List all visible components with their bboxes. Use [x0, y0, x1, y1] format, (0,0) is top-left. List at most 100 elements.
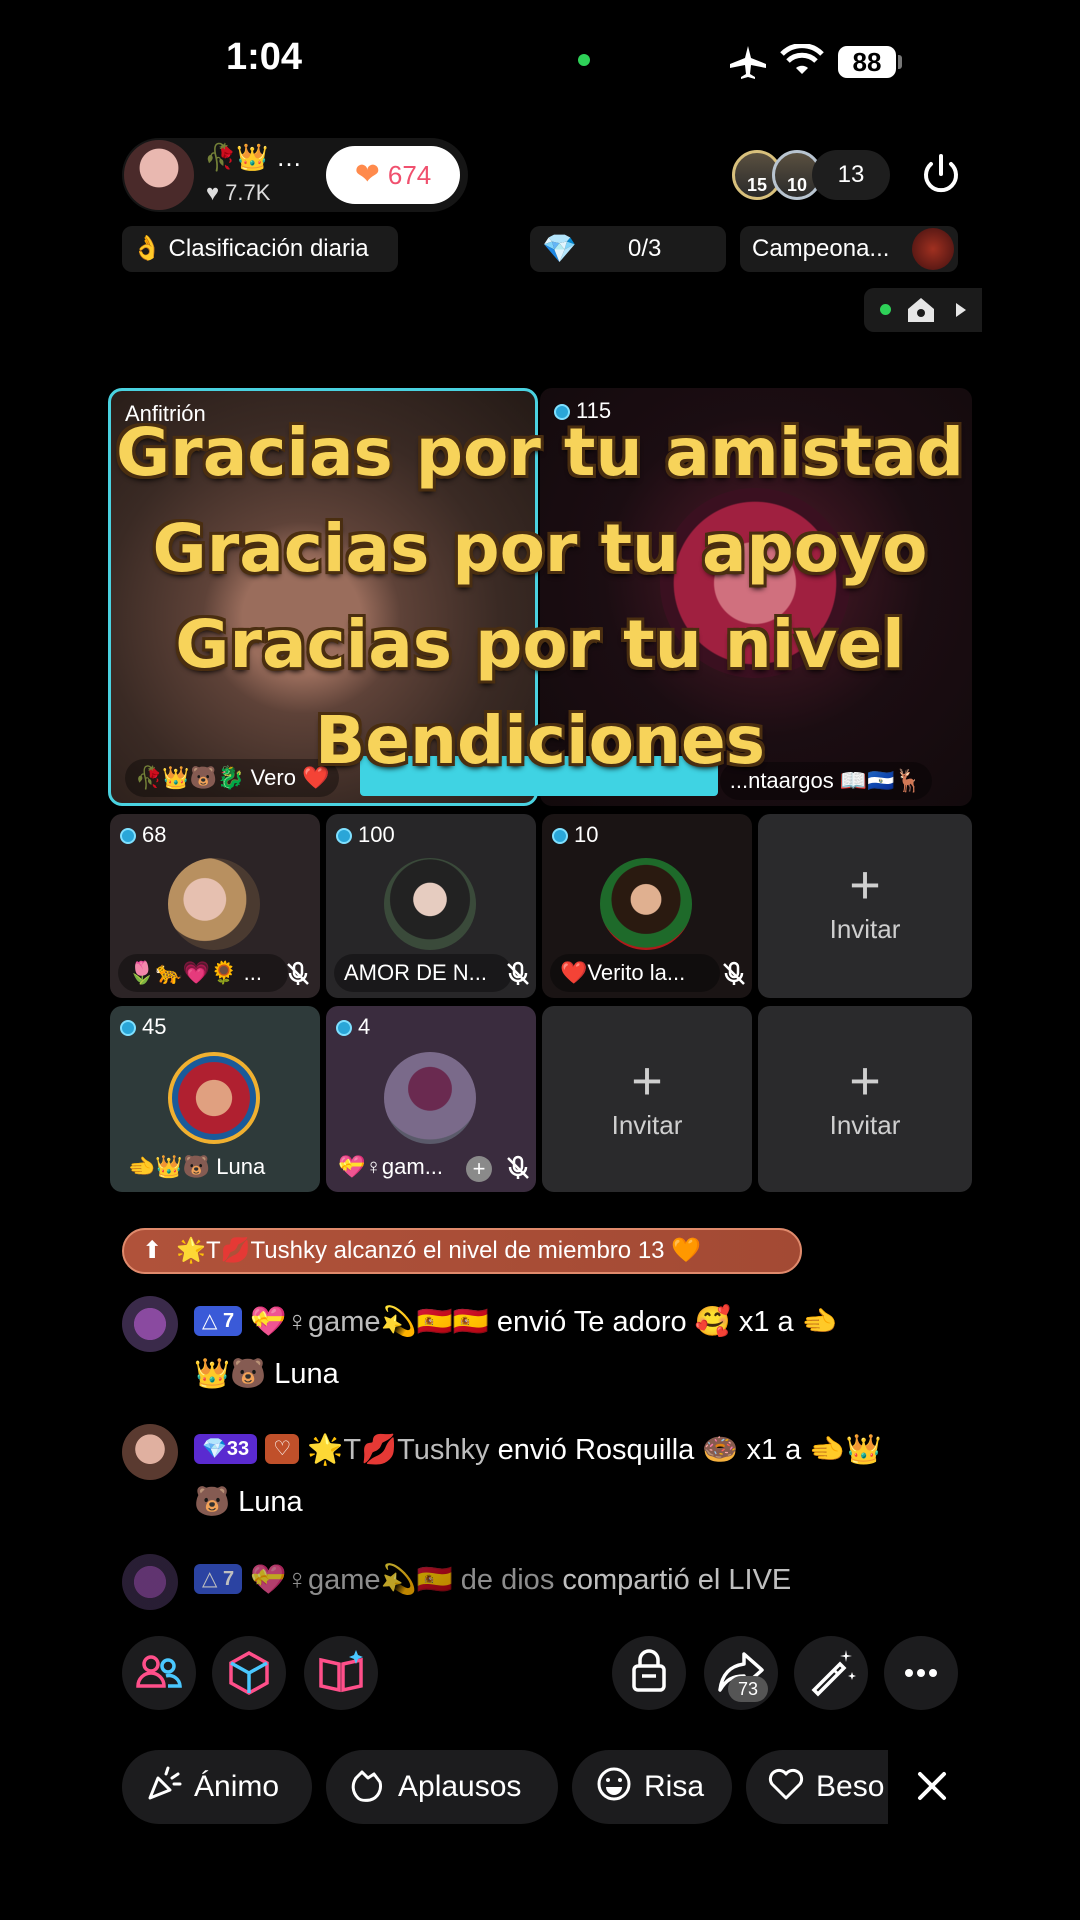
guest-score: 45 — [142, 1014, 167, 1039]
score-gem-icon — [336, 828, 352, 844]
power-icon[interactable] — [916, 150, 966, 200]
smiley-face-icon — [597, 1767, 631, 1801]
reaction-label: Risa — [644, 1770, 705, 1803]
chat-message: △ 7 💝♀game💫🇪🇸🇪🇸 envió Te adoro 🥰 x1 a 🫲 … — [194, 1296, 974, 1400]
shop-button[interactable] — [612, 1636, 686, 1710]
play-arrow-icon[interactable] — [954, 302, 968, 318]
gem-icon: 💎 — [542, 233, 577, 264]
chat-text: compartió el LIVE — [554, 1564, 792, 1596]
daily-ranking-chip[interactable]: 👌 Clasificación diaria — [122, 226, 398, 272]
member-level-banner[interactable]: ⬆ 🌟T💋Tushky alcanzó el nivel de miembro 1… — [122, 1228, 802, 1274]
guest-avatar — [600, 858, 692, 950]
chat-avatar[interactable] — [122, 1554, 178, 1610]
magic-wand-icon — [811, 1650, 856, 1697]
chat-avatar[interactable] — [122, 1296, 178, 1352]
wifi-icon — [780, 44, 824, 74]
guest-score: 68 — [142, 822, 167, 847]
host-likes-count: ♥ 7.7K — [206, 180, 271, 205]
guests-button[interactable] — [122, 1636, 196, 1710]
guest-avatar — [384, 858, 476, 950]
add-icon[interactable]: + — [466, 1156, 492, 1182]
banner-text: 🌟T💋Tushky alcanzó el nivel de miembro 13… — [176, 1237, 702, 1264]
heart-icon: ❤ — [354, 158, 380, 191]
home-icon[interactable] — [906, 296, 936, 324]
airplane-mode-icon — [730, 46, 766, 79]
recording-indicator — [578, 54, 590, 66]
more-button[interactable] — [884, 1636, 958, 1710]
chat-username[interactable]: 💝♀game💫🇪🇸🇪🇸 — [250, 1306, 489, 1338]
shopping-bag-icon — [632, 1649, 666, 1692]
championship-badge-icon — [912, 228, 954, 270]
score-gem-icon — [120, 828, 136, 844]
book-button[interactable] — [304, 1636, 378, 1710]
guest-tile[interactable]: 68 🌷🐆💗🌻 ... — [110, 814, 320, 998]
reaction-applause[interactable]: Aplausos — [326, 1750, 558, 1824]
guest-tile[interactable]: 100 AMOR DE N... — [326, 814, 536, 998]
chat-username[interactable]: 🌟T💋Tushky — [307, 1434, 489, 1466]
mic-off-icon — [507, 961, 529, 985]
host-avatar[interactable] — [124, 140, 194, 210]
party-popper-icon — [148, 1766, 182, 1800]
clapping-hands-icon — [351, 1770, 382, 1802]
close-icon[interactable] — [912, 1766, 952, 1806]
guest-score: 100 — [358, 822, 395, 847]
guest-tile[interactable]: 4 💝♀gam... + — [326, 1006, 536, 1192]
open-book-icon — [319, 1650, 363, 1693]
guest-avatar — [384, 1052, 476, 1144]
reaction-laugh[interactable]: Risa — [572, 1750, 732, 1824]
reaction-kiss[interactable]: Beso — [746, 1750, 888, 1824]
heart-outline-icon — [768, 1768, 804, 1800]
guest-score: 4 — [358, 1014, 371, 1039]
people-icon — [136, 1655, 182, 1688]
guest-name: 🌷🐆💗🌻 ... — [118, 954, 288, 992]
chat-message: △ 7 💝♀game💫🇪🇸 de dios compartió el LIVE — [194, 1554, 974, 1606]
reaction-label: Ánimo — [194, 1770, 280, 1803]
invite-label: Invitar — [611, 1110, 683, 1140]
overlay-text-line-3: Gracias por tu nivel — [175, 606, 905, 683]
guest-tile[interactable]: 10 ❤️Verito la... — [542, 814, 752, 998]
invite-slot[interactable]: + Invitar — [542, 1006, 752, 1192]
overlay-text-line-4: Bendiciones — [314, 702, 766, 779]
invite-label: Invitar — [829, 914, 901, 944]
mic-off-icon — [723, 961, 745, 985]
share-count: 73 — [728, 1676, 768, 1702]
championship-chip[interactable]: Campeona... — [740, 226, 958, 272]
plus-icon: + — [631, 1051, 663, 1111]
guest-name: ❤️Verito la... — [550, 954, 720, 992]
score-gem-icon — [552, 828, 568, 844]
level-badge: 💎33 — [194, 1434, 258, 1464]
heart-count-button[interactable]: ❤ 674 — [326, 146, 460, 204]
member-badge: ♡ — [265, 1434, 300, 1464]
status-time: 1:04 — [226, 36, 303, 78]
invite-slot[interactable]: + Invitar — [758, 1006, 972, 1192]
plus-icon: + — [849, 1051, 881, 1111]
guest-name: 💝♀gam... — [338, 1154, 444, 1179]
guest-tile[interactable]: 45 🫲👑🐻 Luna — [110, 1006, 320, 1192]
viewer-count[interactable]: 13 — [812, 150, 890, 200]
task-progress-chip[interactable]: 💎 0/3 — [530, 226, 726, 272]
guest-score: 10 — [574, 822, 599, 847]
effects-button[interactable] — [212, 1636, 286, 1710]
chat-text-cont: 👑🐻 Luna — [194, 1358, 339, 1390]
live-dot-icon — [880, 304, 891, 315]
chat-avatar[interactable] — [122, 1424, 178, 1480]
level-badge: △ 7 — [194, 1306, 243, 1336]
cube-icon — [229, 1650, 269, 1696]
guest-name: AMOR DE N... — [334, 954, 512, 992]
mini-controls-bar[interactable] — [864, 288, 982, 332]
reaction-label: Aplausos — [398, 1770, 522, 1803]
reaction-label: Beso — [816, 1770, 885, 1803]
score-gem-icon — [120, 1020, 136, 1036]
chat-text: envió Te adoro 🥰 x1 a 🫲 — [488, 1306, 838, 1338]
chat-username[interactable]: 💝♀game💫🇪🇸 de dios — [250, 1564, 554, 1596]
score-gem-icon — [336, 1020, 352, 1036]
battery-tip — [898, 55, 902, 69]
reaction-encouragement[interactable]: Ánimo — [122, 1750, 312, 1824]
more-dots-icon — [905, 1669, 937, 1677]
invite-label: Invitar — [829, 1110, 901, 1140]
magic-wand-button[interactable] — [794, 1636, 868, 1710]
guest-avatar — [168, 1052, 260, 1144]
invite-slot[interactable]: + Invitar — [758, 814, 972, 998]
guest-avatar — [168, 858, 260, 950]
heart-count: 674 — [387, 160, 432, 190]
